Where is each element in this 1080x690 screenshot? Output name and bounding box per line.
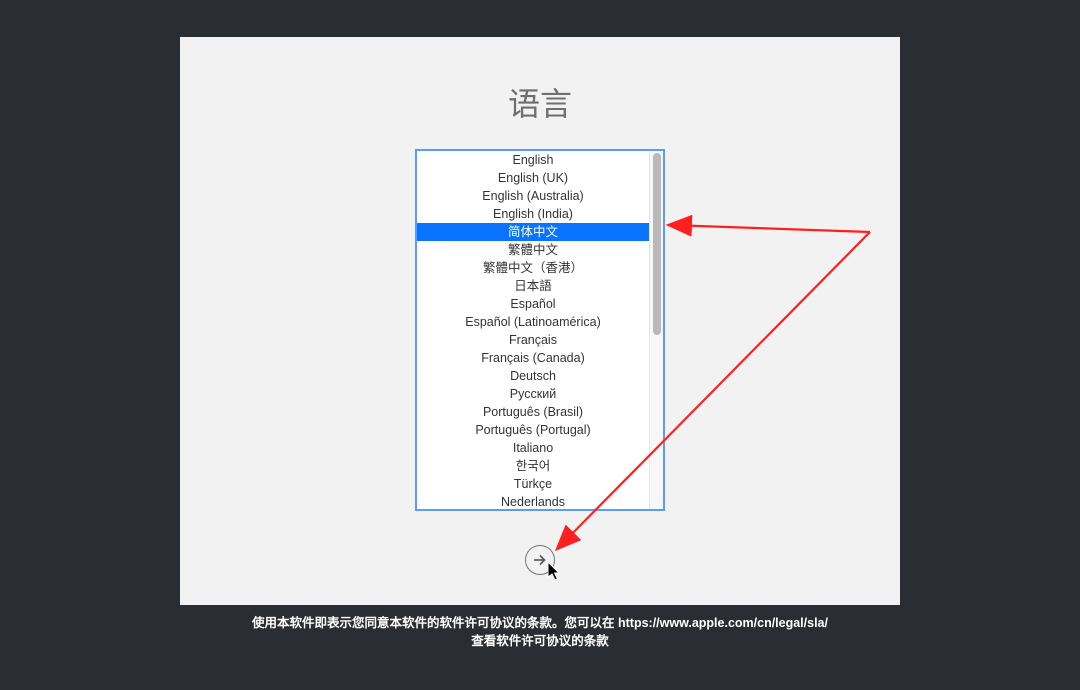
- legal-prefix: 使用本软件即表示您同意本软件的软件许可协议的条款。您可以在: [252, 616, 618, 630]
- language-option[interactable]: Deutsch: [417, 367, 649, 385]
- language-option[interactable]: English (Australia): [417, 187, 649, 205]
- legal-line2: 查看软件许可协议的条款: [0, 633, 1080, 651]
- language-option[interactable]: Français (Canada): [417, 349, 649, 367]
- language-listbox[interactable]: EnglishEnglish (UK)English (Australia)En…: [415, 149, 665, 511]
- language-option[interactable]: Nederlands: [417, 493, 649, 509]
- arrow-right-icon: [532, 552, 548, 568]
- language-option[interactable]: Español (Latinoamérica): [417, 313, 649, 331]
- scrollbar-thumb[interactable]: [653, 153, 661, 335]
- language-option[interactable]: Français: [417, 331, 649, 349]
- language-option[interactable]: Türkçe: [417, 475, 649, 493]
- language-option[interactable]: 한국어: [417, 457, 649, 475]
- language-option[interactable]: Русский: [417, 385, 649, 403]
- language-option[interactable]: Italiano: [417, 439, 649, 457]
- language-option[interactable]: English (UK): [417, 169, 649, 187]
- scrollbar[interactable]: [649, 151, 663, 509]
- language-option[interactable]: English: [417, 151, 649, 169]
- legal-text: 使用本软件即表示您同意本软件的软件许可协议的条款。您可以在 https://ww…: [0, 615, 1080, 650]
- language-option[interactable]: English (India): [417, 205, 649, 223]
- language-option[interactable]: Português (Portugal): [417, 421, 649, 439]
- language-list[interactable]: EnglishEnglish (UK)English (Australia)En…: [417, 151, 649, 509]
- language-option[interactable]: 简体中文: [417, 223, 649, 241]
- legal-url: https://www.apple.com/cn/legal/sla/: [618, 616, 828, 630]
- continue-button[interactable]: [525, 545, 555, 575]
- language-option[interactable]: 繁體中文: [417, 241, 649, 259]
- language-option[interactable]: Português (Brasil): [417, 403, 649, 421]
- setup-window: 语言 EnglishEnglish (UK)English (Australia…: [180, 37, 900, 605]
- language-option[interactable]: 繁體中文（香港）: [417, 259, 649, 277]
- page-title: 语言: [508, 79, 572, 125]
- language-option[interactable]: 日本語: [417, 277, 649, 295]
- language-option[interactable]: Español: [417, 295, 649, 313]
